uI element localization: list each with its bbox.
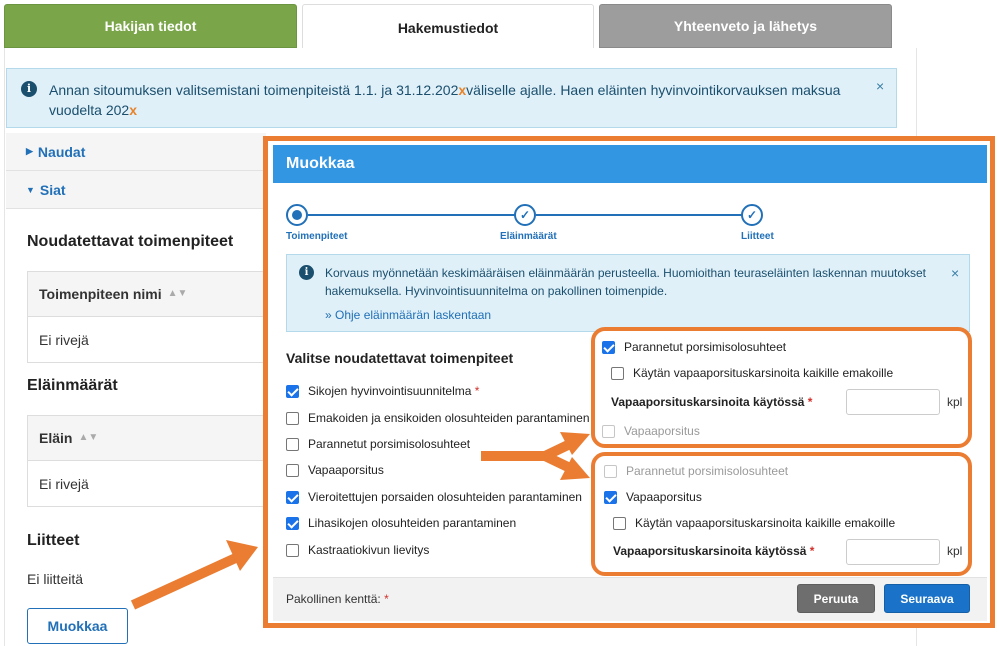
annotation-arrows [130, 432, 590, 610]
arrow-to-edit-modal [130, 540, 258, 610]
arrow-to-callouts [481, 432, 590, 480]
